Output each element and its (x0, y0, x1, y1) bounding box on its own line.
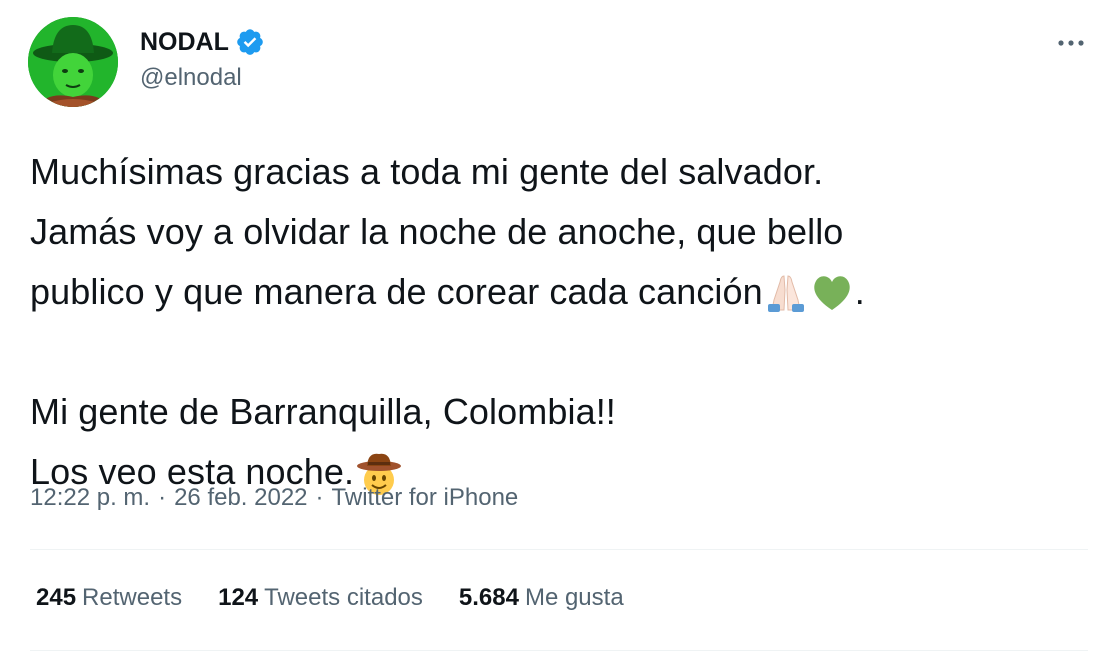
likes-label: Me gusta (524, 584, 624, 611)
tweet-line-2: Jamás voy a olvidar la noche de anoche, … (30, 211, 844, 252)
author-handle[interactable]: @elnodal (140, 64, 242, 92)
tweet-line-3: publico y que manera de corear cada canc… (30, 270, 865, 314)
divider (30, 549, 1088, 550)
retweets-stat[interactable]: 245 Retweets (36, 584, 182, 612)
likes-count: 5.684 (458, 584, 519, 611)
divider (30, 650, 1088, 651)
tweet-detail: NODAL @elnodal Muchísimas gracias a toda… (0, 0, 1119, 668)
tweet-line-1: Muchísimas gracias a toda mi gente del s… (30, 151, 824, 192)
quote-tweets-count: 124 (218, 584, 259, 611)
quote-tweets-label: Tweets citados (264, 584, 423, 611)
profile-photo-cowboy-hat (28, 17, 118, 107)
tweet-stats: 245 Retweets 124 Tweets citados 5.684 Me gu… (36, 584, 624, 612)
retweets-label: Retweets (82, 584, 183, 611)
green-heart-emoji (810, 270, 854, 314)
tweet-metadata: 12:22 p. m. · 26 feb. 2022 · Twitter for… (30, 484, 518, 512)
likes-stat[interactable]: 5.684 Me gusta (459, 584, 624, 612)
verified-badge-icon (235, 27, 265, 57)
tweet-date[interactable]: 26 feb. 2022 (174, 484, 307, 512)
retweets-count: 245 (36, 584, 77, 611)
folded-hands-emoji (764, 270, 808, 314)
quote-tweets-stat[interactable]: 124 Tweets citados (218, 584, 423, 612)
avatar[interactable] (28, 17, 118, 107)
tweet-text: Muchísimas gracias a toda mi gente del s… (30, 142, 1090, 502)
tweet-line-5: Mi gente de Barranquilla, Colombia!! (30, 391, 616, 432)
tweet-time[interactable]: 12:22 p. m. (30, 484, 150, 512)
more-options-button[interactable] (1050, 26, 1092, 60)
tweet-source[interactable]: Twitter for iPhone (332, 484, 519, 512)
meta-separator: · (315, 484, 324, 511)
meta-separator: · (158, 484, 167, 511)
author-name-row: NODAL (140, 26, 265, 58)
more-dots-icon (1058, 40, 1084, 46)
author-display-name[interactable]: NODAL (140, 28, 229, 57)
